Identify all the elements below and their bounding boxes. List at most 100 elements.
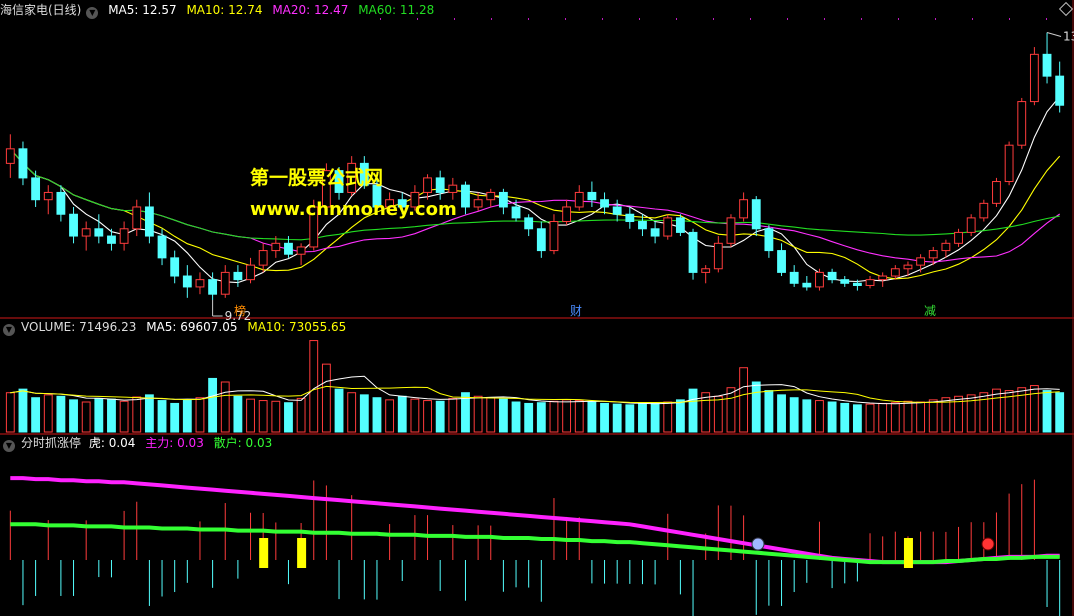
volume-bar [789,397,799,433]
volume-bar [827,401,837,433]
candle-body [132,206,142,230]
candle-body [675,217,685,233]
candle-body [701,268,711,273]
ma10-label: MA10: 12.74 [186,3,263,17]
candle-body [815,271,824,288]
candle-body [688,231,698,273]
candle-body [574,191,584,208]
volume-bar [574,400,584,433]
candle-body [56,191,66,215]
stock-title[interactable]: 海信家电(日线) [0,3,81,17]
volume-bar [802,399,812,433]
candle-body [1042,53,1052,77]
volume-bar [726,387,736,433]
candle-body [461,184,470,208]
happy-face-icon [981,537,995,551]
candle-body [928,250,938,259]
volume-bar [536,402,546,433]
watermark-url: www.chnmoney.com [250,199,457,220]
volume-bar [334,388,344,433]
volume-bar [663,401,673,433]
ma-line-ma5 [9,96,1061,284]
candle-body [1029,53,1039,103]
candle-body [903,264,913,270]
volume-bar [31,397,41,433]
volume-bar [865,403,875,433]
volume-bar [701,392,711,433]
volume-bar [600,402,609,433]
candle-body [612,206,622,215]
volume-label: VOLUME: 71496.23 [21,320,137,334]
volume-bar [296,397,306,433]
volume-bar [979,392,989,433]
candle-body [448,184,458,193]
volume-bar [815,400,824,433]
volume-bar [764,390,774,433]
event-marker: 榜 [234,303,246,318]
indicator-title: 分时抓涨停 [21,436,82,450]
candle-body [296,246,306,255]
volume-ma5-label: MA5: 69607.05 [146,320,238,334]
volume-bar [144,394,154,433]
indicator-legend: ▼ 分时抓涨停 虎: 0.04 主力: 0.03 散户: 0.03 [0,435,278,452]
ma5-label: MA5: 12.57 [108,3,177,17]
volume-bar [928,399,938,433]
volume-ma10-label: MA10: 73055.65 [247,320,347,334]
volume-bar [372,397,382,433]
chart-stage: 13.409.72榜财减 海信家电(日线)▼ MA5: 12.57 MA10: … [0,0,1074,616]
candle-body [751,199,761,230]
dropdown-chevron-icon[interactable]: ▼ [3,440,15,452]
volume-bar [675,399,685,433]
volume-legend: ▼ VOLUME: 71496.23 MA5: 69607.05 MA10: 73… [0,319,352,336]
volume-bar [524,402,534,433]
candle-body [663,217,673,237]
candle-body [43,191,53,201]
candle-body [890,268,900,277]
candle-body [94,228,104,237]
volume-bar [195,397,205,433]
volume-bar [435,400,445,433]
candle-body [258,250,268,266]
candle-body [852,282,862,286]
dropdown-chevron-icon[interactable]: ▼ [86,7,99,19]
volume-bar [157,400,167,433]
candle-body [498,191,508,208]
volume-bar [220,381,230,433]
candle-body [739,199,749,219]
volume-bar [43,394,53,433]
candle-body [966,217,976,233]
candle-body [31,177,41,201]
candle-body [878,275,888,281]
candle-body [840,279,850,284]
candle-body [182,275,192,288]
signal-bar [297,538,307,568]
candle-body [1055,75,1065,106]
price-legend: 海信家电(日线) ▼ MA5: 12.57 MA10: 12.74 MA20: 1… [0,2,440,19]
volume-bar [486,397,496,433]
volume-bar [359,394,369,433]
event-marker: 财 [570,304,582,318]
volume-bar [473,395,483,433]
volume-bar [410,398,420,433]
volume-bar [650,402,660,433]
volume-bar [107,398,116,433]
high-price-label: 13.40 [1063,30,1074,44]
candle-body [5,148,15,164]
volume-bar [81,401,91,433]
candle-body [789,271,799,284]
volume-bar [587,401,597,433]
high-pointer [1046,32,1062,38]
volume-bar [5,392,15,433]
candle-body [18,148,28,179]
volume-bar [852,404,862,433]
volume-bar [321,363,331,433]
volume-bar [1055,392,1065,433]
candle-body [81,228,91,237]
volume-bar [271,400,281,433]
volume-bar [612,403,622,433]
volume-bar [549,400,559,433]
candle-body [144,206,154,237]
dropdown-chevron-icon[interactable]: ▼ [3,324,15,336]
candle-body [916,257,926,266]
volume-bar [246,398,255,433]
